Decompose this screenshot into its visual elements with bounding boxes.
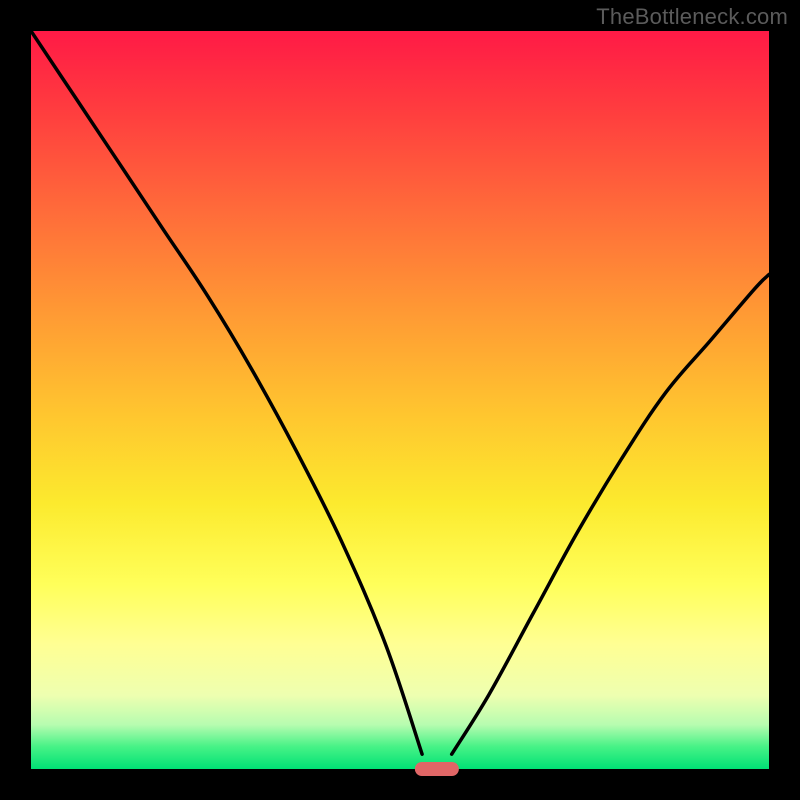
right-curve: [452, 275, 769, 755]
bottleneck-marker: [415, 762, 459, 776]
attribution-text: TheBottleneck.com: [596, 4, 788, 30]
plot-area: [31, 31, 769, 769]
chart-frame: TheBottleneck.com: [0, 0, 800, 800]
left-curve: [31, 31, 422, 754]
curve-layer: [31, 31, 769, 769]
